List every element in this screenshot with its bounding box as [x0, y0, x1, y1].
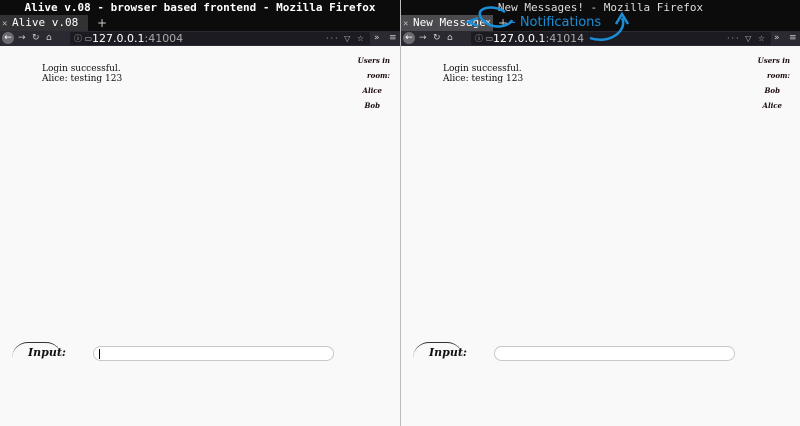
- page-content: Login successful. Alice: testing 123 Use…: [401, 46, 800, 426]
- text-caret: [99, 349, 100, 359]
- reload-icon[interactable]: ↻: [32, 31, 40, 46]
- right-browser-window: New Messages! - Mozilla Firefox ✕ New Me…: [401, 0, 800, 426]
- input-label: Input:: [429, 346, 467, 359]
- left-browser-window: Alive v.08 - browser based frontend - Mo…: [0, 0, 400, 426]
- forward-arrow-icon[interactable]: →: [18, 31, 26, 46]
- url-bar[interactable]: ⓘ ▭ 127.0.0.1:41004 ··· ▽ ☆: [70, 32, 370, 45]
- message-line: Alice: testing 123: [42, 74, 123, 84]
- message-line: Login successful.: [443, 64, 522, 74]
- message-line: Alice: testing 123: [443, 74, 524, 84]
- overflow-icon[interactable]: »: [374, 31, 380, 46]
- back-arrow-icon[interactable]: ←: [2, 32, 14, 44]
- back-arrow-icon[interactable]: ←: [403, 32, 415, 44]
- reload-icon[interactable]: ↻: [433, 31, 441, 46]
- users-heading: room:: [766, 71, 790, 80]
- menu-icon[interactable]: ≡: [789, 31, 797, 46]
- tab-label: Alive v.08: [12, 16, 79, 29]
- window-title: Alive v.08 - browser based frontend - Mo…: [0, 0, 400, 15]
- url-text: 127.0.0.1:41004: [92, 32, 184, 45]
- users-heading: Users in: [757, 56, 790, 65]
- page-actions-icon[interactable]: ··· ▽ ☆: [727, 32, 767, 45]
- page-actions-icon[interactable]: ··· ▽ ☆: [326, 32, 366, 45]
- user-list: Users in room: Alice Bob: [350, 56, 390, 116]
- firefox-tab-icon: ✕: [2, 19, 8, 29]
- firefox-tab-icon: ✕: [403, 19, 409, 29]
- user-item: Alice: [762, 101, 782, 110]
- user-list: Users in room: Bob Alice: [750, 56, 790, 116]
- message-log: Login successful. Alice: testing 123: [443, 64, 523, 84]
- user-item: Bob: [364, 101, 380, 110]
- info-icon[interactable]: ⓘ ▭: [74, 32, 92, 45]
- nav-bar: ← → ↻ ⌂ ⓘ ▭ 127.0.0.1:41004 ··· ▽ ☆ » ≡: [0, 31, 400, 46]
- users-heading: Users in: [357, 56, 390, 65]
- tab-alive[interactable]: ✕ Alive v.08: [0, 15, 88, 31]
- home-icon[interactable]: ⌂: [46, 31, 52, 46]
- user-item: Bob: [764, 86, 780, 95]
- notifications-annotation-label: - Notifications: [511, 15, 602, 30]
- chat-input[interactable]: [93, 346, 334, 361]
- users-heading: room:: [366, 71, 390, 80]
- chat-input[interactable]: [494, 346, 735, 361]
- input-label: Input:: [28, 346, 66, 359]
- message-line: Login successful.: [42, 64, 121, 74]
- page-content: Login successful. Alice: testing 123 Use…: [0, 46, 400, 426]
- message-log: Login successful. Alice: testing 123: [42, 64, 122, 84]
- tab-strip: ✕ Alive v.08 +: [0, 15, 400, 31]
- menu-icon[interactable]: ≡: [389, 31, 397, 46]
- user-item: Alice: [362, 86, 382, 95]
- forward-arrow-icon[interactable]: →: [419, 31, 427, 46]
- new-tab-button[interactable]: +: [97, 15, 107, 31]
- overflow-icon[interactable]: »: [774, 31, 780, 46]
- home-icon[interactable]: ⌂: [447, 31, 453, 46]
